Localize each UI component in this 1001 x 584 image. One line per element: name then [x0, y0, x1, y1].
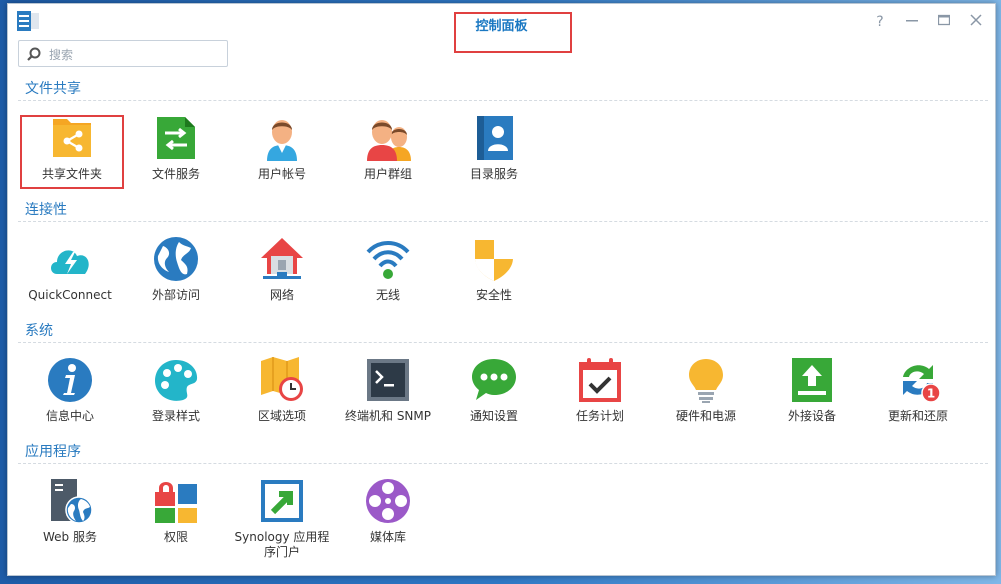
network-icon — [261, 238, 303, 279]
item-label: 登录样式 — [151, 409, 200, 423]
item-info-center[interactable]: 信息中心 — [20, 357, 120, 424]
item-media-library[interactable]: 媒体库 — [338, 478, 438, 545]
item-user-groups[interactable]: 用户群组 — [338, 115, 438, 182]
item-label: 目录服务 — [469, 167, 518, 181]
item-label: 区域选项 — [257, 409, 306, 423]
divider — [18, 342, 988, 343]
group-icon — [367, 120, 411, 161]
notification-icon — [472, 359, 516, 400]
item-label: 权限 — [163, 530, 188, 544]
security-icon — [475, 240, 513, 281]
task-scheduler-icon — [579, 358, 621, 402]
item-task-scheduler[interactable]: 任务计划 — [550, 357, 650, 424]
item-user-accounts[interactable]: 用户帐号 — [232, 115, 332, 182]
item-label: 网络 — [269, 288, 294, 302]
item-update-restore[interactable]: 1 更新和还原 — [868, 357, 968, 424]
item-label: 信息中心 — [45, 409, 94, 423]
item-label: 硬件和电源 — [675, 409, 736, 423]
item-web-services[interactable]: Web 服务 — [20, 478, 120, 545]
item-label: 任务计划 — [575, 409, 624, 423]
user-icon — [267, 120, 297, 161]
close-icon[interactable] — [966, 13, 986, 31]
section-title-applications: 应用程序 — [25, 444, 81, 460]
item-label: 无线 — [375, 288, 400, 302]
file-services-icon — [157, 117, 195, 159]
terminal-icon — [367, 359, 409, 401]
item-label: 媒体库 — [369, 530, 406, 544]
item-label: 终端机和 SNMP — [345, 409, 431, 423]
web-services-icon — [51, 479, 93, 524]
item-privileges[interactable]: 权限 — [126, 478, 226, 545]
external-access-icon — [154, 237, 198, 281]
item-directory-services[interactable]: 目录服务 — [444, 115, 544, 182]
media-library-icon — [366, 479, 410, 523]
section-title-system: 系统 — [25, 323, 53, 339]
item-label: 文件服务 — [151, 167, 200, 181]
privileges-icon — [155, 482, 197, 523]
help-icon[interactable]: ? — [870, 13, 890, 31]
divider — [18, 221, 988, 222]
item-label: 外部访问 — [151, 288, 200, 302]
item-file-services[interactable]: 文件服务 — [126, 115, 226, 182]
search-box[interactable] — [18, 40, 228, 67]
item-security[interactable]: 安全性 — [444, 236, 544, 303]
application-portal-icon — [261, 480, 303, 522]
info-center-icon — [48, 358, 92, 402]
hardware-power-icon — [689, 359, 723, 403]
item-label: 安全性 — [475, 288, 512, 302]
directory-icon — [477, 116, 513, 160]
item-theme[interactable]: 登录样式 — [126, 357, 226, 424]
item-external-devices[interactable]: 外接设备 — [762, 357, 862, 424]
search-input[interactable] — [47, 44, 221, 65]
item-label: Synology 应用程序门户 — [234, 530, 330, 559]
item-label: 用户群组 — [363, 167, 412, 181]
update-badge: 1 — [927, 387, 935, 401]
item-label: QuickConnect — [28, 288, 112, 302]
update-restore-icon: 1 — [903, 365, 941, 403]
item-notification[interactable]: 通知设置 — [444, 357, 544, 424]
item-wireless[interactable]: 无线 — [338, 236, 438, 303]
search-icon — [27, 47, 41, 61]
item-label: Web 服务 — [43, 530, 97, 544]
item-application-portal[interactable]: Synology 应用程序门户 — [232, 478, 332, 560]
item-terminal-snmp[interactable]: 终端机和 SNMP — [338, 357, 438, 424]
section-title-file-sharing: 文件共享 — [25, 81, 81, 97]
title-highlight-box — [454, 12, 572, 53]
item-hardware-power[interactable]: 硬件和电源 — [656, 357, 756, 424]
regional-icon — [261, 357, 303, 401]
external-devices-icon — [792, 358, 832, 402]
title-bar: 控制面板 ? — [8, 4, 995, 53]
divider — [18, 463, 988, 464]
quickconnect-icon — [51, 250, 89, 274]
item-network[interactable]: 网络 — [232, 236, 332, 303]
control-panel-window: 控制面板 ? 文件共享 共享文件夹 — [7, 3, 996, 576]
wireless-icon — [366, 241, 410, 279]
divider — [18, 100, 988, 101]
theme-icon — [155, 360, 198, 401]
item-regional-options[interactable]: 区域选项 — [232, 357, 332, 424]
item-quickconnect[interactable]: QuickConnect — [20, 236, 120, 303]
item-label: 外接设备 — [787, 409, 836, 423]
section-title-connectivity: 连接性 — [25, 202, 67, 218]
item-label: 用户帐号 — [257, 167, 306, 181]
item-label: 通知设置 — [469, 409, 518, 423]
minimize-icon[interactable] — [902, 13, 922, 31]
item-external-access[interactable]: 外部访问 — [126, 236, 226, 303]
shared-folder-highlight-box — [20, 115, 124, 189]
item-label: 更新和还原 — [887, 409, 948, 423]
maximize-icon[interactable] — [934, 13, 954, 31]
